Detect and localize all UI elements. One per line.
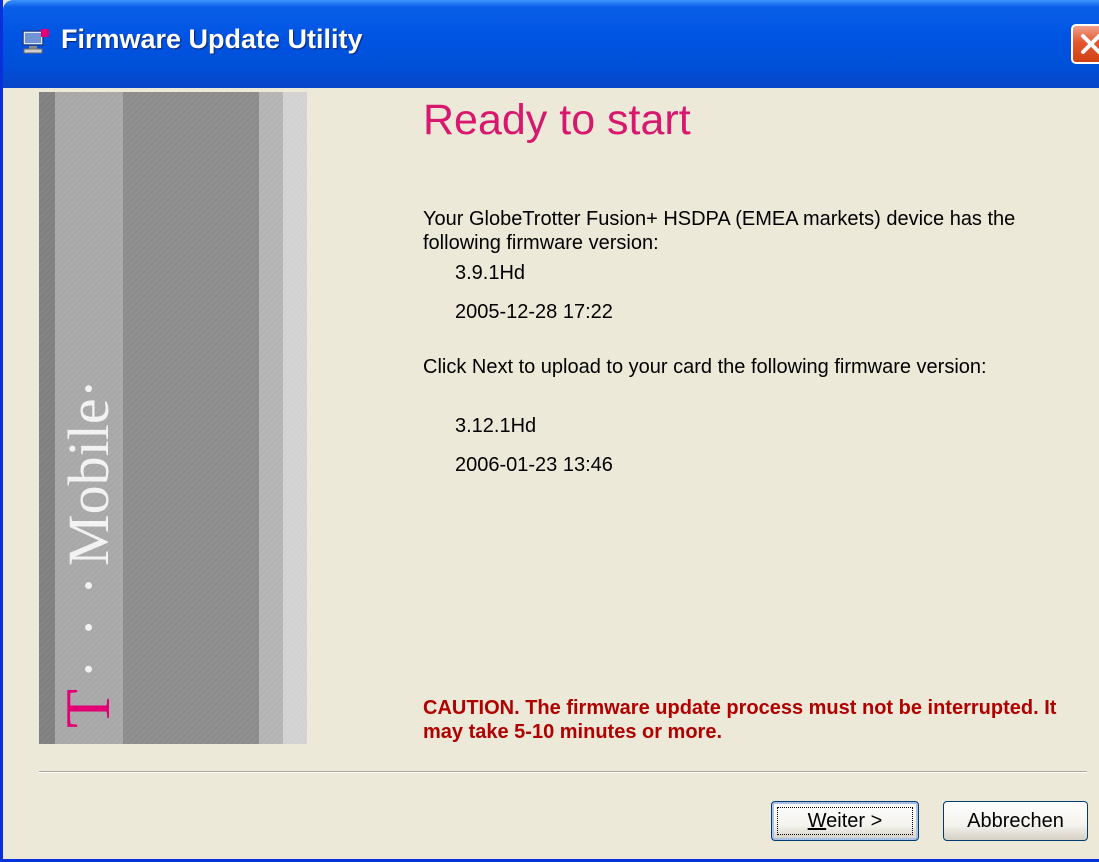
- page-title: Ready to start: [423, 96, 691, 144]
- title-bar[interactable]: Firmware Update Utility: [3, 0, 1099, 88]
- tmobile-logo: T · · · Mobile·: [51, 379, 125, 728]
- caution-warning: CAUTION. The firmware update process mus…: [423, 697, 1057, 743]
- footer-divider: [39, 771, 1087, 773]
- current-firmware-date: 2005-12-28 17:22: [455, 301, 613, 323]
- focus-rectangle: [777, 807, 913, 835]
- close-button[interactable]: [1071, 24, 1099, 64]
- cancel-button-label: Abbrechen: [967, 809, 1064, 832]
- close-icon: [1081, 34, 1099, 54]
- brand-banner: T · · · Mobile·: [39, 92, 307, 744]
- brand-t: T: [52, 688, 123, 728]
- intro-text: Your GlobeTrotter Fusion+ HSDPA (EMEA ma…: [423, 208, 1016, 254]
- new-firmware-date: 2006-01-23 13:46: [455, 454, 613, 476]
- window-title: Firmware Update Utility: [61, 24, 363, 54]
- firmware-update-window: Firmware Update Utility T · · · Mobile· …: [0, 0, 1099, 862]
- brand-name: Mobile·: [55, 379, 121, 566]
- brand-dots: · · ·: [55, 571, 121, 679]
- current-firmware-version: 3.9.1Hd: [455, 262, 526, 284]
- cancel-button[interactable]: Abbrechen: [943, 801, 1088, 841]
- computer-icon: [21, 28, 51, 56]
- next-instruction-text: Click Next to upload to your card the fo…: [423, 356, 987, 378]
- next-button[interactable]: Weiter >: [771, 801, 919, 841]
- new-firmware-version: 3.12.1Hd: [455, 415, 537, 437]
